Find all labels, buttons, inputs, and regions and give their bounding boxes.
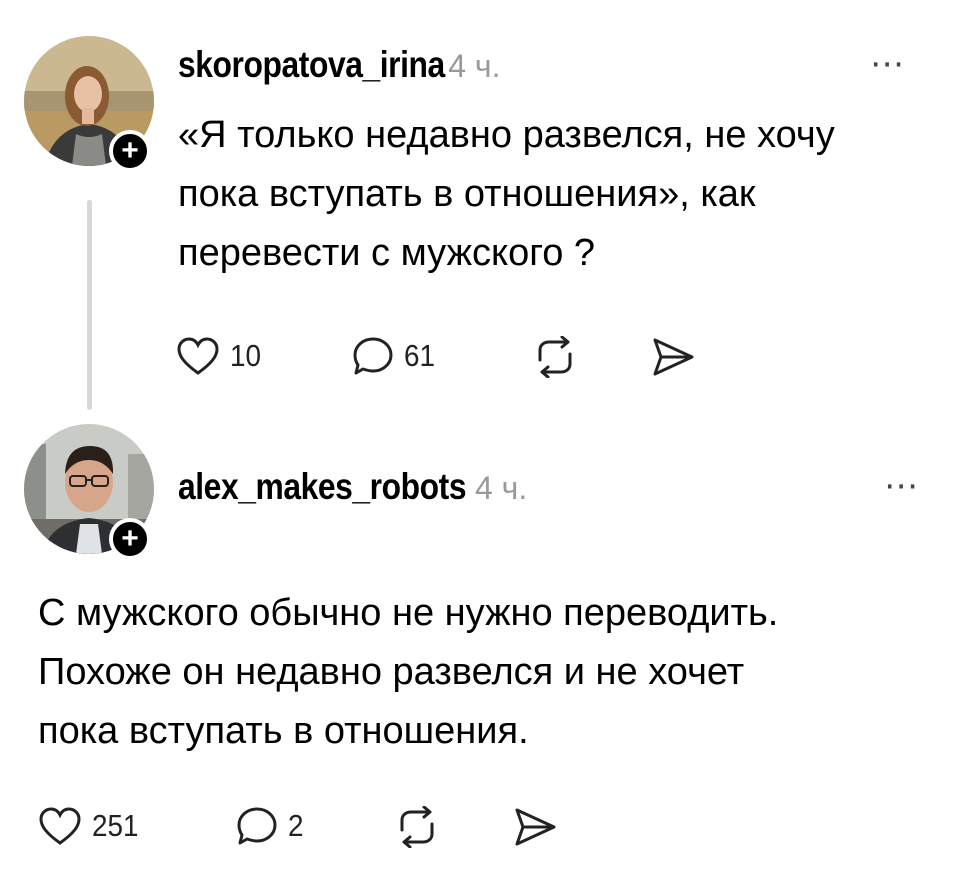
share-button[interactable] [512, 806, 558, 848]
timestamp: 4 ч. [448, 48, 501, 84]
reply-count: 61 [404, 338, 436, 373]
share-button[interactable] [650, 336, 696, 378]
follow-button[interactable]: + [109, 518, 151, 560]
text-line: пока вступать в отношения. [38, 710, 529, 752]
share-icon [515, 808, 556, 846]
text-line: «Я только недавно развелся, не хочу [178, 114, 835, 156]
like-count: 251 [92, 808, 139, 843]
follow-icon: + [121, 134, 139, 167]
comment-button[interactable]: 2 [236, 806, 305, 846]
username[interactable]: alex_makes_robots [178, 466, 467, 508]
repost-icon [538, 336, 572, 378]
like-count: 10 [230, 338, 262, 373]
text-line: пока вступать в отношения», как [178, 173, 756, 215]
repost-button[interactable] [394, 806, 440, 848]
follow-button[interactable]: + [109, 130, 151, 172]
share-icon [653, 338, 694, 376]
repost-icon [400, 806, 434, 848]
thread-line [87, 200, 92, 410]
timestamp: 4 ч. [474, 470, 528, 506]
follow-icon: + [121, 522, 139, 555]
heart-icon [177, 337, 219, 375]
reply-count: 2 [288, 808, 304, 843]
username[interactable]: skoropatova_irina [178, 44, 445, 86]
text-line: перевести с мужского ? [178, 232, 596, 274]
more-icon[interactable]: ⋯ [870, 44, 904, 84]
comment-icon [353, 337, 393, 375]
post-text: «Я только недавно развелся, не хочу пока… [178, 106, 835, 283]
comment-button[interactable]: 61 [352, 336, 438, 376]
like-button[interactable]: 251 [38, 806, 144, 846]
heart-icon [39, 807, 81, 845]
like-button[interactable]: 10 [176, 336, 264, 376]
more-icon[interactable]: ⋯ [884, 466, 918, 506]
post-text: С мужского обычно не нужно переводить. П… [38, 584, 778, 761]
text-line: Похоже он недавно развелся и не хочет [38, 651, 745, 693]
text-line: С мужского обычно не нужно переводить. [38, 592, 779, 634]
comment-icon [237, 807, 277, 845]
repost-button[interactable] [532, 336, 578, 378]
